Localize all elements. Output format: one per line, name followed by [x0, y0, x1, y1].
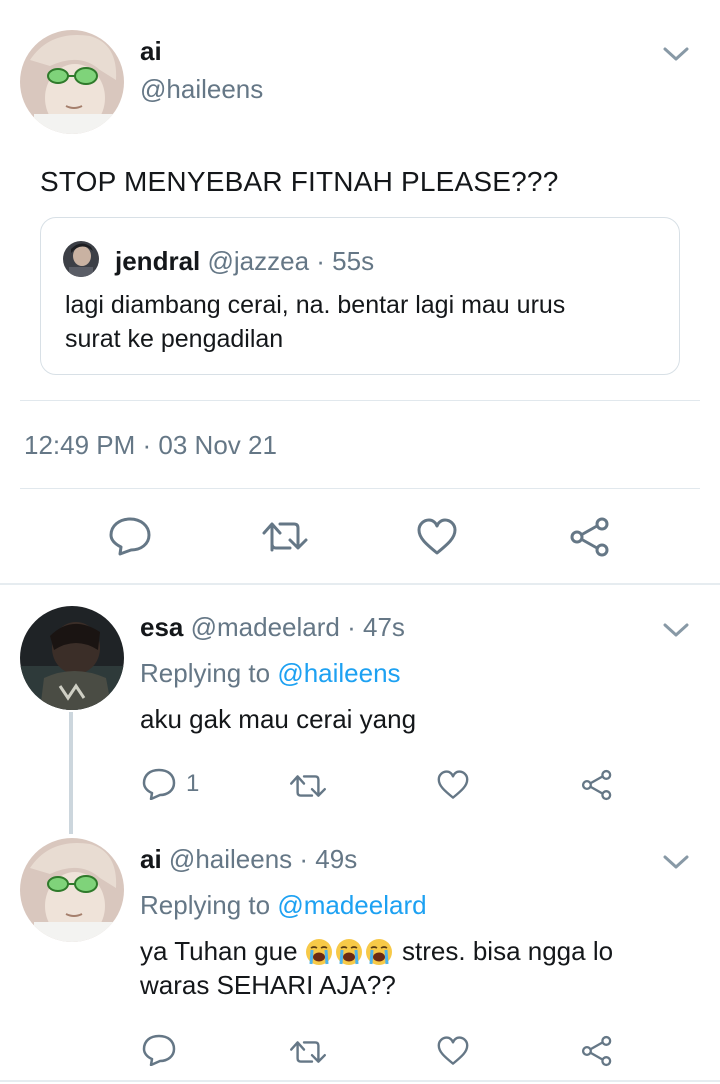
section-divider [0, 1080, 720, 1082]
reply-handle[interactable]: @haileens [169, 844, 292, 874]
share-icon[interactable] [580, 1034, 614, 1068]
reply-icon[interactable] [142, 1034, 176, 1066]
like-icon[interactable] [416, 518, 458, 556]
reply-icon[interactable]: 1 [142, 768, 199, 800]
quoted-tweet-name: jendral [115, 246, 201, 276]
main-tweet-text: STOP MENYEBAR FITNAH PLEASE??? [40, 166, 559, 197]
loudly-crying-face-icon [365, 939, 392, 965]
like-icon[interactable] [436, 770, 470, 800]
chevron-down-icon[interactable] [662, 620, 690, 640]
reply-text-line2: waras SEHARI AJA?? [140, 970, 396, 1000]
replying-to-label: Replying to [140, 658, 271, 688]
divider [20, 400, 700, 401]
reply-name[interactable]: esa [140, 612, 183, 642]
quoted-tweet-text-line2: surat ke pengadilan [65, 325, 284, 353]
replying-to-label: Replying to [140, 890, 271, 920]
reply-avatar[interactable] [20, 838, 124, 942]
like-icon[interactable] [436, 1036, 470, 1066]
reply-count: 1 [186, 770, 200, 797]
avatar-photo-icon [63, 241, 99, 277]
quoted-tweet-text-line1: lagi diambang cerai, na. bentar lagi mau… [65, 291, 566, 319]
reply-text: aku gak mau cerai yang [140, 704, 417, 734]
reply-handle[interactable]: @madeelard [191, 612, 340, 642]
main-tweet-handle[interactable]: @haileens [140, 74, 263, 105]
retweet-icon[interactable] [288, 770, 328, 802]
replying-to-link[interactable]: @madeelard [277, 890, 426, 920]
reply-avatar[interactable] [20, 606, 124, 710]
reply-icon[interactable] [108, 516, 152, 556]
share-icon[interactable] [568, 516, 612, 558]
reply-time: · 47s [347, 612, 405, 642]
divider [20, 488, 700, 489]
loudly-crying-face-icon [335, 939, 362, 965]
reply-text-line1: ya Tuhan gue stres. bisa ngga lo [140, 936, 613, 967]
main-tweet-avatar[interactable] [20, 30, 124, 134]
avatar-photo-icon [20, 838, 124, 942]
avatar-photo-icon [20, 30, 124, 134]
retweet-icon[interactable] [260, 516, 310, 556]
reply-text-post: stres. bisa ngga lo [402, 936, 614, 966]
chevron-down-icon[interactable] [662, 44, 690, 64]
share-icon[interactable] [580, 768, 614, 802]
section-divider [0, 583, 720, 585]
replying-to-link[interactable]: @haileens [277, 658, 400, 688]
reply-name[interactable]: ai [140, 844, 162, 874]
main-tweet-timestamp: 12:49 PM · 03 Nov 21 [24, 430, 277, 460]
loudly-crying-face-icon [305, 939, 332, 965]
quoted-tweet-handle: @jazzea [207, 246, 310, 276]
main-tweet-name[interactable]: ai [140, 36, 162, 67]
reply-time: · 49s [299, 844, 358, 874]
chevron-down-icon[interactable] [662, 852, 690, 872]
quoted-tweet-avatar [63, 241, 99, 277]
quoted-tweet-card[interactable]: jendral @jazzea · 55s lagi diambang cera… [40, 217, 680, 375]
reply-text-pre: ya Tuhan gue [140, 936, 298, 966]
quoted-tweet-time: · 55s [316, 246, 375, 276]
retweet-icon[interactable] [288, 1036, 328, 1068]
thread-line [69, 712, 73, 834]
avatar-photo-icon [20, 606, 124, 710]
